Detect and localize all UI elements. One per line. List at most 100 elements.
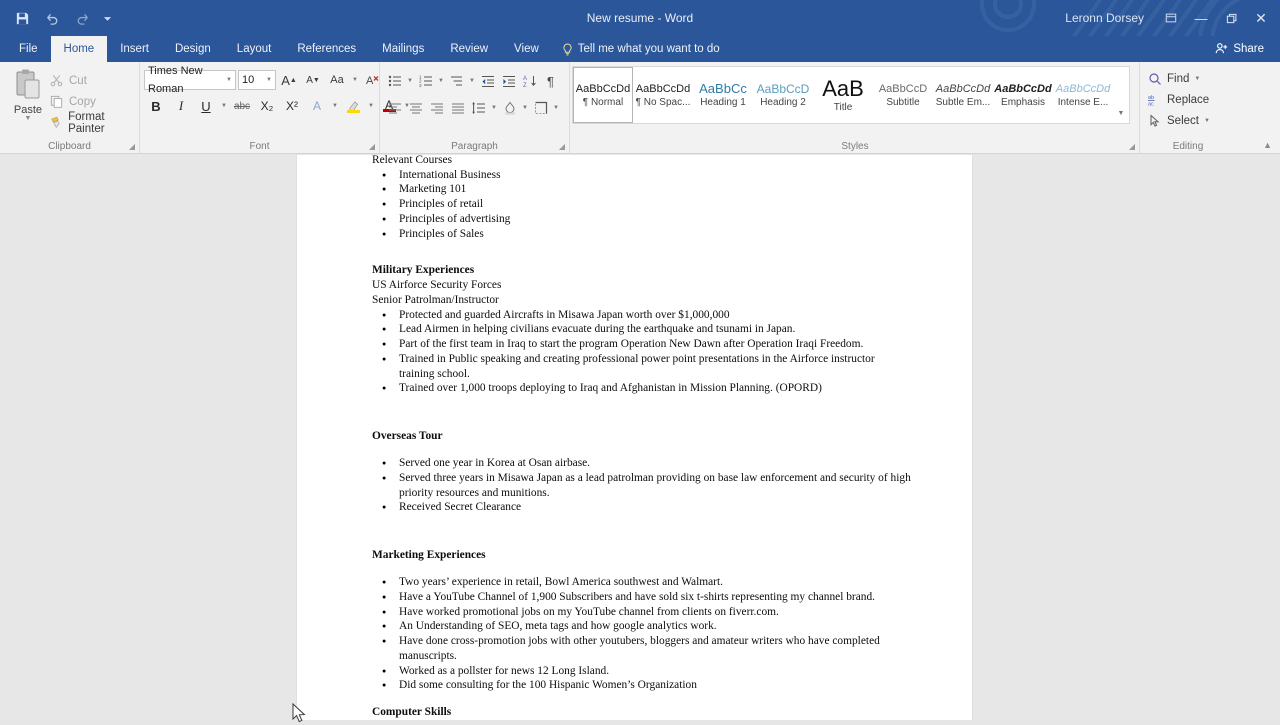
select-caret-icon[interactable]: ▼ (1204, 118, 1210, 124)
redo-icon[interactable] (68, 5, 96, 31)
format-painter-button[interactable]: Format Painter (48, 111, 139, 135)
shading-icon[interactable] (499, 97, 520, 119)
bullets-icon[interactable] (384, 70, 405, 92)
styles-gallery-more-icon[interactable]: ▼ (1113, 67, 1129, 123)
font-name-combobox[interactable]: Times New Roman ▼ (144, 65, 236, 95)
style-heading-1[interactable]: AaBbCc Heading 1 (693, 67, 753, 123)
style-preview: AaBbCcDd (994, 82, 1052, 95)
show-formatting-marks-icon[interactable]: ¶ (540, 70, 561, 92)
subscript-button[interactable]: X₂ (255, 94, 279, 118)
font-dialog-launcher-icon[interactable]: ◢ (369, 142, 375, 151)
style-emphasis[interactable]: AaBbCcDd Emphasis (993, 67, 1053, 123)
collapse-ribbon-icon[interactable]: ▲ (1263, 140, 1272, 150)
style-title[interactable]: AaB Title (813, 67, 873, 123)
tab-view[interactable]: View (501, 36, 552, 62)
style-subtitle[interactable]: AaBbCcD Subtitle (873, 67, 933, 123)
superscript-button[interactable]: X² (280, 94, 304, 118)
tab-review[interactable]: Review (437, 36, 501, 62)
text-effects-caret-icon[interactable]: ▼ (330, 94, 340, 118)
share-button[interactable]: Share (1207, 39, 1272, 58)
document-page[interactable]: Relevant Courses International Business … (297, 155, 972, 720)
copy-button[interactable]: Copy (48, 91, 139, 112)
tab-file[interactable]: File (6, 36, 51, 62)
change-case-caret-icon[interactable]: ▼ (350, 68, 360, 92)
justify-icon[interactable] (447, 97, 468, 119)
window-controls[interactable]: Leronn Dorsey — ✕ (1065, 0, 1276, 36)
highlight-caret-icon[interactable]: ▼ (366, 94, 376, 118)
grow-font-button[interactable]: A ▲ (278, 69, 300, 91)
style-heading-2[interactable]: AaBbCcD Heading 2 (753, 67, 813, 123)
paragraph-group-label: Paragraph (451, 141, 498, 152)
styles-gallery[interactable]: AaBbCcDd ¶ Normal AaBbCcDd ¶ No Spac... … (572, 66, 1130, 124)
list-item: Did some consulting for the 100 Hispanic… (372, 678, 912, 693)
align-left-icon[interactable] (384, 97, 405, 119)
line-spacing-icon[interactable] (468, 97, 489, 119)
find-button[interactable]: Find ▼ (1148, 68, 1210, 89)
paragraph-dialog-launcher-icon[interactable]: ◢ (559, 142, 565, 151)
minimize-button[interactable]: — (1186, 3, 1216, 33)
tab-mailings[interactable]: Mailings (369, 36, 437, 62)
find-caret-icon[interactable]: ▼ (1194, 76, 1200, 82)
paste-caret-icon[interactable]: ▼ (25, 115, 32, 122)
italic-button[interactable]: I (169, 94, 193, 118)
clipboard-dialog-launcher-icon[interactable]: ◢ (129, 142, 135, 151)
svg-text:ac: ac (1148, 101, 1154, 106)
replace-button[interactable]: ab ac Replace (1148, 89, 1210, 110)
underline-button[interactable]: U (194, 94, 218, 118)
strikethrough-button[interactable]: abc (230, 94, 254, 118)
document-content[interactable]: Relevant Courses International Business … (297, 155, 972, 720)
ribbon-display-options-icon[interactable] (1156, 3, 1186, 33)
multilevel-caret-icon[interactable]: ▼ (467, 69, 477, 93)
decrease-indent-icon[interactable] (477, 70, 498, 92)
change-case-button[interactable]: Aa (326, 69, 348, 91)
multilevel-list-icon[interactable] (446, 70, 467, 92)
text-highlight-color-button[interactable] (341, 94, 365, 118)
style-intense-emphasis[interactable]: AaBbCcDd Intense E... (1053, 67, 1113, 123)
document-workspace[interactable]: Relevant Courses International Business … (0, 155, 1280, 720)
align-right-icon[interactable] (426, 97, 447, 119)
paste-button[interactable]: Paste ▼ (6, 68, 50, 134)
tab-home[interactable]: Home (50, 36, 108, 62)
restore-button[interactable] (1216, 3, 1246, 33)
account-user-name[interactable]: Leronn Dorsey (1065, 11, 1144, 25)
select-button[interactable]: Select ▼ (1148, 110, 1210, 131)
tab-layout[interactable]: Layout (224, 36, 285, 62)
ribbon-group-editing: Find ▼ ab ac Replace Select ▼ Editing ▲ (1140, 62, 1280, 154)
tab-insert[interactable]: Insert (107, 36, 162, 62)
font-size-value: 10 (242, 74, 255, 86)
ribbon-tabs[interactable]: File Home Insert Design Layout Reference… (0, 36, 1280, 62)
font-size-combobox[interactable]: 10 ▼ (238, 70, 276, 90)
style-normal[interactable]: AaBbCcDd ¶ Normal (573, 67, 633, 123)
numbering-icon[interactable]: 123 (415, 70, 436, 92)
cut-button[interactable]: Cut (48, 70, 139, 91)
tab-references[interactable]: References (284, 36, 369, 62)
close-button[interactable]: ✕ (1246, 3, 1276, 33)
bullets-caret-icon[interactable]: ▼ (405, 69, 415, 93)
line-spacing-caret-icon[interactable]: ▼ (489, 96, 499, 120)
style-no-spacing[interactable]: AaBbCcDd ¶ No Spac... (633, 67, 693, 123)
relevant-courses-list: International Business Marketing 101 Pri… (372, 168, 912, 242)
shading-caret-icon[interactable]: ▼ (520, 96, 530, 120)
borders-icon[interactable] (530, 97, 551, 119)
tab-design[interactable]: Design (162, 36, 224, 62)
align-center-icon[interactable] (405, 97, 426, 119)
underline-caret-icon[interactable]: ▼ (219, 94, 229, 118)
tell-me-search[interactable]: Tell me what you want to do (552, 36, 730, 62)
increase-indent-icon[interactable] (498, 70, 519, 92)
style-subtle-emphasis[interactable]: AaBbCcDd Subtle Em... (933, 67, 993, 123)
font-controls-row-2: B I U ▼ abc X₂ X² A ▼ ▼ A ▼ (144, 94, 412, 118)
bold-button[interactable]: B (144, 94, 168, 118)
undo-icon[interactable] (38, 5, 66, 31)
list-item: Have worked promotional jobs on my YouTu… (372, 605, 912, 620)
customize-quick-access-toolbar-icon[interactable] (98, 5, 116, 31)
text-effects-button[interactable]: A (305, 94, 329, 118)
font-name-caret-icon[interactable]: ▼ (226, 71, 232, 89)
font-size-caret-icon[interactable]: ▼ (266, 71, 272, 89)
shrink-font-button[interactable]: A ▼ (302, 69, 324, 91)
quick-access-toolbar[interactable] (8, 5, 116, 31)
sort-icon[interactable]: AZ (519, 70, 540, 92)
borders-caret-icon[interactable]: ▼ (551, 96, 561, 120)
numbering-caret-icon[interactable]: ▼ (436, 69, 446, 93)
style-label: Subtle Em... (935, 96, 991, 108)
save-icon[interactable] (8, 5, 36, 31)
